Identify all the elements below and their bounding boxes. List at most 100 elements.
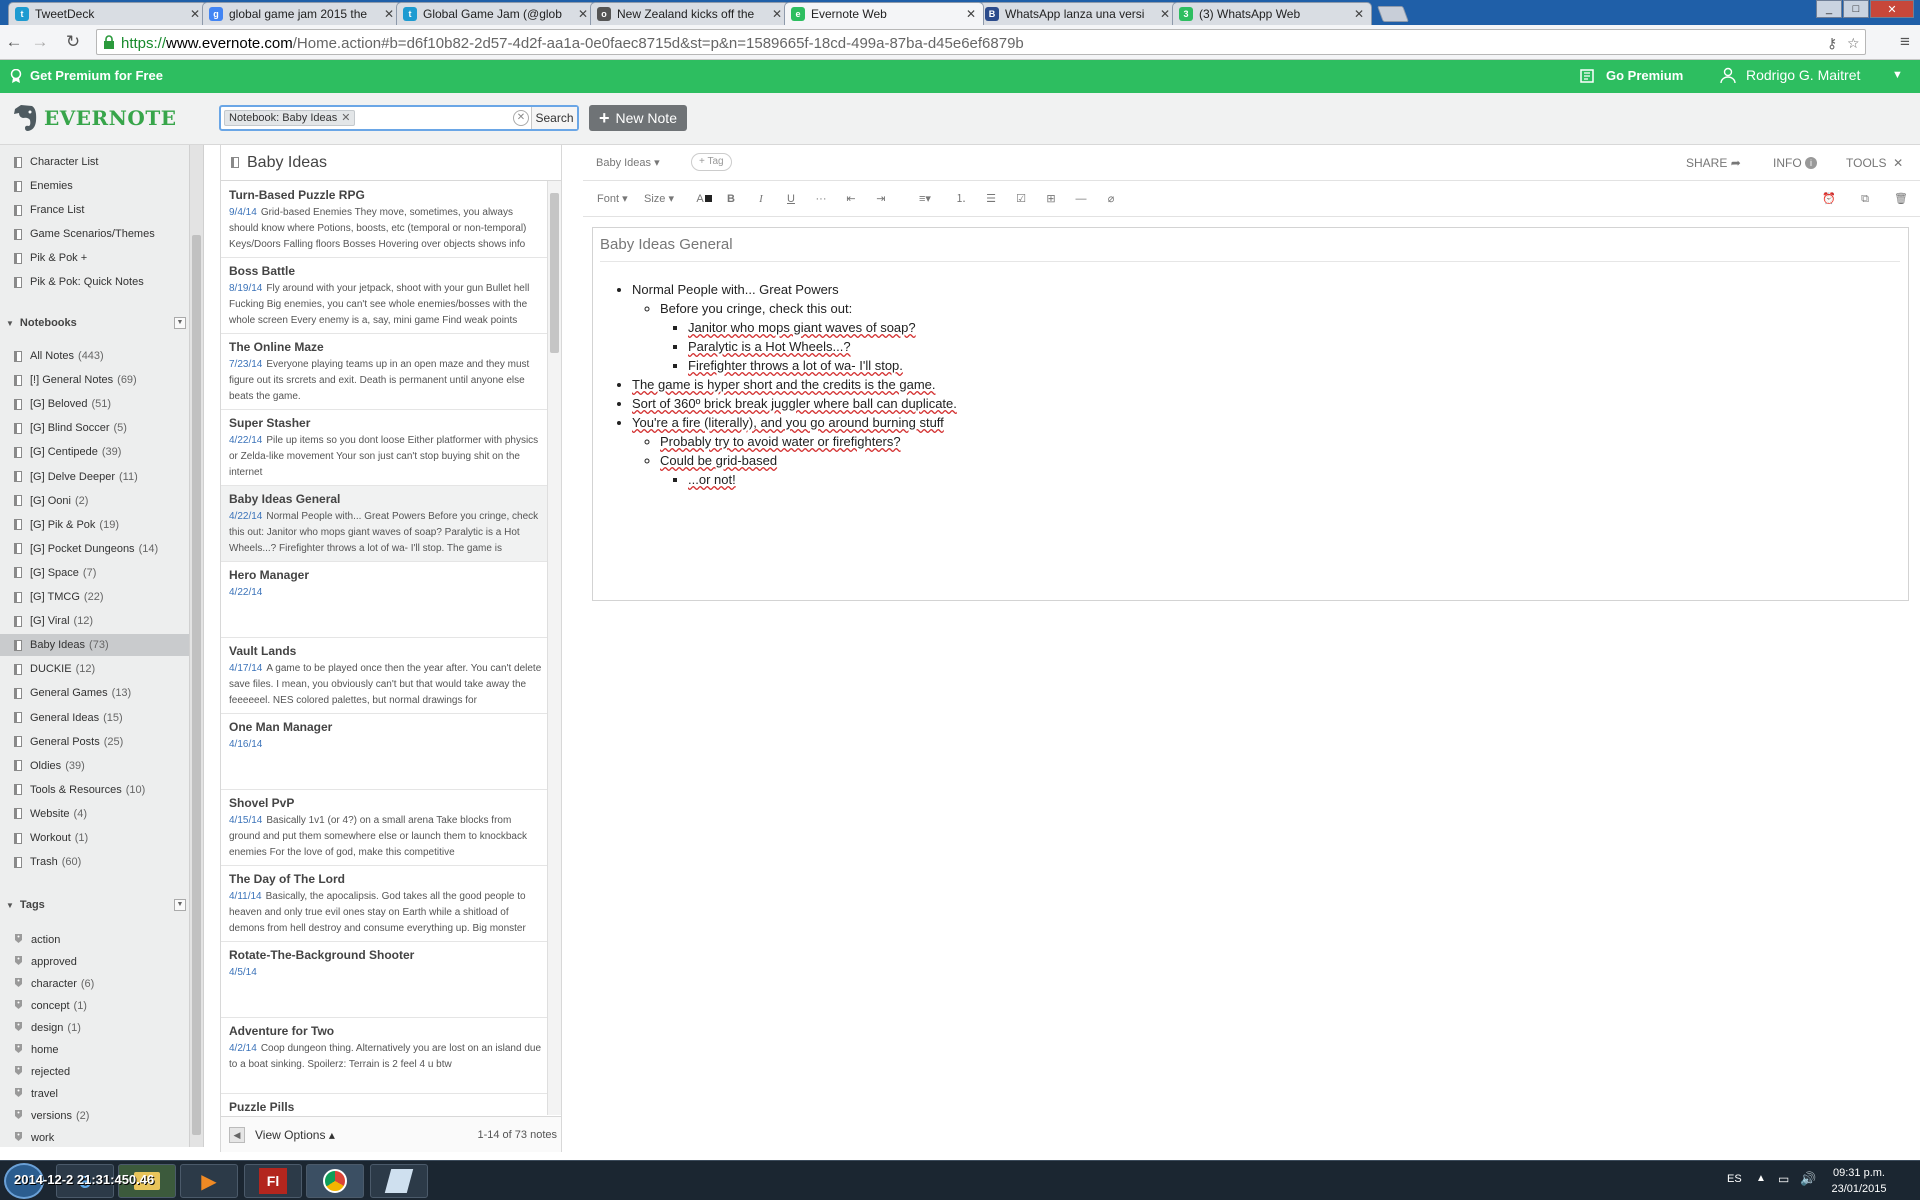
sidebar-notebook-item[interactable]: [G] Viral (12) — [0, 610, 190, 632]
sidebar-notebook-item[interactable]: [G] Space (7) — [0, 562, 190, 584]
view-options-button[interactable]: View Options ▴ — [255, 1128, 335, 1142]
sidebar-notebook-item[interactable]: Website (4) — [0, 803, 190, 825]
note-card[interactable]: Hero Manager 4/22/14 — [221, 562, 561, 638]
shortcut-item[interactable]: Pik & Pok: Quick Notes — [0, 271, 190, 293]
close-icon[interactable]: ✕ — [1893, 156, 1903, 170]
close-window-button[interactable]: ✕ — [1870, 0, 1914, 18]
remove-filter-icon[interactable]: ✕ — [341, 111, 350, 125]
chevron-down-icon[interactable]: ▼ — [1892, 69, 1903, 81]
sidebar-notebook-item[interactable]: All Notes (443) — [0, 345, 190, 367]
outdent-icon[interactable]: ⇤ — [843, 191, 859, 207]
browser-tab[interactable]: t TweetDeck ✕ — [8, 2, 208, 25]
note-card[interactable]: Boss Battle 8/19/14 Fly around with your j… — [221, 258, 561, 334]
shortcut-item[interactable]: France List — [0, 199, 190, 221]
tab-close-icon[interactable]: ✕ — [1159, 7, 1171, 21]
sidebar-tag-item[interactable]: work — [0, 1127, 190, 1147]
bold-icon[interactable]: B — [723, 191, 739, 207]
clock[interactable]: 09:31 p.m. 23/01/2015 — [1824, 1165, 1894, 1197]
note-body[interactable]: Normal People with... Great Powers Befor… — [600, 280, 957, 489]
sidebar-tag-item[interactable]: design (1) — [0, 1017, 190, 1039]
note-card[interactable]: Rotate-The-Background Shooter 4/5/14 — [221, 942, 561, 1018]
volume-icon[interactable]: 🔊 — [1800, 1171, 1816, 1187]
note-list-scrollbar[interactable] — [547, 181, 561, 1115]
tab-close-icon[interactable]: ✕ — [577, 7, 589, 21]
font-selector[interactable]: Font ▾ — [597, 191, 628, 207]
horizontal-rule-icon[interactable]: — — [1073, 191, 1089, 207]
note-card[interactable]: Turn-Based Puzzle RPG 9/4/14 Grid-based En… — [221, 182, 561, 258]
flash-icon[interactable]: Fl — [244, 1164, 302, 1198]
evernote-logo[interactable]: EVERNOTE — [10, 103, 176, 133]
tab-close-icon[interactable]: ✕ — [771, 7, 783, 21]
sidebar-tag-item[interactable]: concept (1) — [0, 995, 190, 1017]
sidebar-notebook-item[interactable]: Baby Ideas (73) — [0, 634, 190, 657]
minimize-button[interactable]: _ — [1816, 0, 1842, 18]
attachment-icon[interactable]: ⌀ — [1103, 191, 1119, 207]
indent-icon[interactable]: ⇥ — [873, 191, 889, 207]
underline-icon[interactable]: U — [783, 191, 799, 207]
tab-close-icon[interactable]: ✕ — [189, 7, 201, 21]
sidebar-scrollbar[interactable] — [189, 145, 203, 1147]
sidebar-tag-item[interactable]: versions (2) — [0, 1105, 190, 1127]
browser-tab[interactable]: 3 (3) WhatsApp Web ✕ — [1172, 2, 1372, 25]
note-card[interactable]: Vault Lands 4/17/14 A game to be played on… — [221, 638, 561, 714]
sidebar-tag-item[interactable]: travel — [0, 1083, 190, 1105]
language-indicator[interactable]: ES — [1727, 1173, 1742, 1185]
present-icon[interactable]: ⧉ — [1857, 191, 1873, 207]
sidebar-tag-item[interactable]: home — [0, 1039, 190, 1061]
sidebar-notebook-item[interactable]: [G] Pik & Pok (19) — [0, 514, 190, 536]
shortcut-item[interactable]: Enemies — [0, 175, 190, 197]
network-icon[interactable]: ▭ — [1778, 1172, 1789, 1186]
key-icon[interactable]: ⚷ — [1827, 35, 1837, 52]
sidebar-notebook-item[interactable]: [G] Blind Soccer (5) — [0, 417, 190, 439]
sidebar-notebook-item[interactable]: [G] Pocket Dungeons (14) — [0, 538, 190, 560]
italic-icon[interactable]: I — [753, 191, 769, 207]
bullet-list-icon[interactable]: ☰ — [983, 191, 999, 207]
star-icon[interactable]: ☆ — [1847, 35, 1860, 52]
sidebar-tag-item[interactable]: character (6) — [0, 973, 190, 995]
note-card[interactable]: Shovel PvP 4/15/14 Basically 1v1 (or 4?) o… — [221, 790, 561, 866]
go-premium-link[interactable]: Go Premium — [1580, 68, 1683, 83]
note-card[interactable]: The Day of The Lord 4/11/14 Basically, the… — [221, 866, 561, 942]
notebooks-heading[interactable]: ▼ Notebooks ▼ — [0, 313, 190, 333]
reminder-icon[interactable]: ⏰ — [1821, 191, 1837, 207]
new-tab-button[interactable] — [1377, 6, 1409, 22]
scrollbar-thumb[interactable] — [550, 193, 559, 353]
add-tag-button[interactable]: + Tag — [691, 153, 732, 171]
shortcut-item[interactable]: Game Scenarios/Themes — [0, 223, 190, 245]
size-selector[interactable]: Size ▾ — [644, 191, 674, 207]
info-button[interactable]: INFO i — [1773, 156, 1818, 170]
menu-icon[interactable]: ≡ — [1895, 32, 1915, 52]
tab-close-icon[interactable]: ✕ — [383, 7, 395, 21]
collapse-icon[interactable]: ◀ — [229, 1126, 245, 1143]
sidebar-notebook-item[interactable]: DUCKIE (12) — [0, 658, 190, 680]
sidebar-notebook-item[interactable]: [G] Delve Deeper (11) — [0, 466, 190, 488]
delete-icon[interactable]: 🗑 — [1893, 191, 1909, 207]
tab-close-icon[interactable]: ✕ — [1353, 7, 1365, 21]
search-button[interactable]: Search — [531, 107, 577, 129]
browser-tab[interactable]: e Evernote Web ✕ — [784, 2, 984, 25]
tags-options-icon[interactable]: ▼ — [174, 899, 186, 911]
tab-close-icon[interactable]: ✕ — [965, 7, 977, 21]
sidebar-tag-item[interactable]: approved — [0, 951, 190, 973]
note-card[interactable]: Super Stasher 4/22/14 Pile up items so you… — [221, 410, 561, 486]
media-player-icon[interactable]: ▶ — [180, 1164, 238, 1198]
sidebar-notebook-item[interactable]: Oldies (39) — [0, 755, 190, 777]
text-color-icon[interactable]: A — [693, 191, 715, 207]
new-note-button[interactable]: + New Note — [589, 105, 687, 131]
sidebar-notebook-item[interactable]: [!] General Notes (69) — [0, 369, 190, 391]
collapse-triangle-icon[interactable]: ▼ — [6, 319, 14, 328]
sidebar-notebook-item[interactable]: [G] TMCG (22) — [0, 586, 190, 608]
table-icon[interactable]: ⊞ — [1043, 191, 1059, 207]
sidebar-notebook-item[interactable]: Tools & Resources (10) — [0, 779, 190, 801]
note-card[interactable]: One Man Manager 4/16/14 — [221, 714, 561, 790]
forward-icon[interactable]: → — [30, 32, 50, 52]
checkbox-icon[interactable]: ☑ — [1013, 191, 1029, 207]
clear-search-icon[interactable]: ✕ — [513, 110, 529, 126]
sidebar-notebook-item[interactable]: [G] Ooni (2) — [0, 490, 190, 512]
sidebar-tag-item[interactable]: action — [0, 929, 190, 951]
sidebar-tag-item[interactable]: rejected — [0, 1061, 190, 1083]
tray-expand-icon[interactable]: ▲ — [1756, 1173, 1766, 1184]
notebook-filter-chip[interactable]: Notebook: Baby Ideas ✕ — [224, 110, 356, 126]
numbered-list-icon[interactable]: ⒈ — [953, 191, 969, 207]
get-premium-link[interactable]: Get Premium for Free — [10, 68, 163, 83]
